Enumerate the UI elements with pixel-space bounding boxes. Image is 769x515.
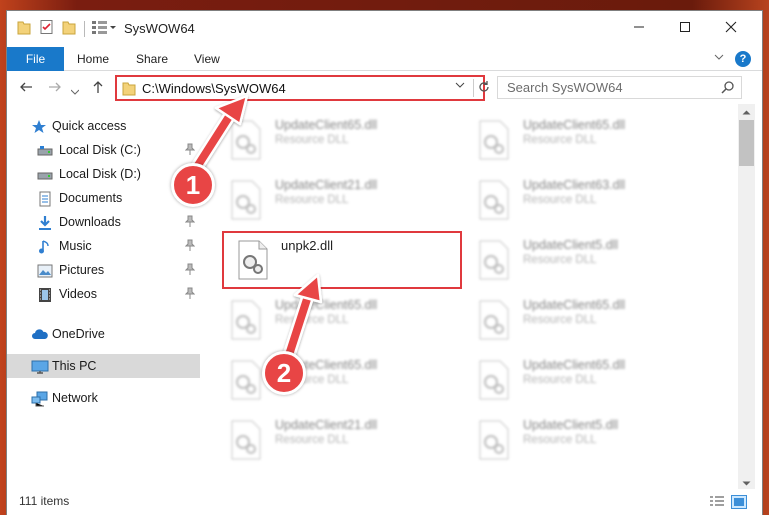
drive-icon (37, 143, 53, 159)
music-icon (37, 239, 53, 255)
star-icon (31, 119, 47, 135)
file-explorer-window: SysWOW64 File Home Share View ? C:\Windo… (6, 10, 763, 515)
new-folder-icon[interactable] (62, 19, 76, 38)
dll-file-icon (229, 180, 263, 220)
dll-file-icon (229, 420, 263, 460)
vertical-scrollbar[interactable] (738, 104, 755, 489)
scroll-down-icon[interactable] (742, 479, 751, 489)
videos-icon (37, 287, 53, 303)
search-input[interactable] (498, 77, 708, 98)
details-view-icon[interactable] (709, 495, 725, 509)
dll-file-icon (477, 360, 511, 400)
search-icon[interactable] (721, 80, 735, 97)
scrollbar-thumb[interactable] (739, 120, 754, 166)
file-list: UpdateClient65.dll Resource DLL UpdateCl… (217, 104, 737, 489)
pin-icon[interactable] (184, 263, 196, 278)
address-bar[interactable]: C:\Windows\SysWOW64 (115, 75, 489, 101)
dll-file-icon (477, 300, 511, 340)
chevron-down-icon[interactable] (455, 81, 465, 92)
documents-icon (37, 191, 53, 207)
dll-file-icon (477, 120, 511, 160)
file-item[interactable]: UpdateClient65.dll Resource DLL (217, 112, 457, 166)
file-item[interactable]: UpdateClient5.dll Resource DLL (465, 232, 705, 286)
search-box[interactable] (497, 76, 742, 99)
address-separator (473, 79, 474, 97)
title-bar: SysWOW64 (7, 11, 762, 47)
pin-icon[interactable] (184, 287, 196, 302)
file-item[interactable]: UpdateClient65.dll Resource DLL (217, 352, 457, 406)
pin-icon[interactable] (184, 239, 196, 254)
dll-file-icon (477, 420, 511, 460)
large-icons-view-icon[interactable] (731, 495, 747, 509)
computer-icon (31, 359, 49, 375)
step-1-badge: 1 (171, 163, 215, 207)
navigation-bar: C:\Windows\SysWOW64 (7, 72, 762, 104)
sidebar-item-onedrive[interactable]: OneDrive (7, 322, 200, 346)
dll-file-icon (229, 360, 263, 400)
file-item[interactable]: UpdateClient63.dll Resource DLL (465, 172, 705, 226)
recent-locations-icon[interactable] (70, 82, 80, 98)
navigation-pane: Quick access Local Disk (C:) Local Disk … (7, 104, 207, 489)
up-arrow-icon[interactable] (91, 80, 105, 97)
file-item[interactable]: UpdateClient65.dll Resource DLL (465, 352, 705, 406)
sidebar-item-local-disk-c[interactable]: Local Disk (C:) (7, 138, 200, 162)
scroll-up-icon[interactable] (742, 107, 751, 117)
tab-file[interactable]: File (7, 47, 64, 71)
pin-icon[interactable] (184, 215, 196, 230)
download-icon (37, 215, 53, 231)
dll-file-icon (477, 240, 511, 280)
highlight-box (222, 231, 462, 289)
file-item[interactable]: UpdateClient65.dll Resource DLL (217, 292, 457, 346)
cloud-icon (31, 327, 48, 343)
sidebar-item-network[interactable]: Network (7, 386, 200, 410)
sidebar-item-pictures[interactable]: Pictures (7, 258, 200, 282)
file-item[interactable]: UpdateClient21.dll Resource DLL (217, 412, 457, 466)
tab-home[interactable]: Home (77, 47, 109, 71)
tab-view[interactable]: View (194, 47, 220, 71)
maximize-button[interactable] (662, 11, 708, 43)
folder-icon (17, 19, 31, 38)
minimize-button[interactable] (616, 11, 662, 43)
toolbar-separator (84, 21, 85, 37)
help-button[interactable]: ? (735, 51, 751, 67)
file-item[interactable]: UpdateClient65.dll Resource DLL (465, 112, 705, 166)
file-item[interactable]: UpdateClient5.dll Resource DLL (465, 412, 705, 466)
sidebar-item-music[interactable]: Music (7, 234, 200, 258)
refresh-icon[interactable] (477, 79, 491, 98)
window-title: SysWOW64 (124, 21, 195, 36)
pictures-icon (37, 263, 53, 279)
sidebar-item-this-pc[interactable]: This PC (7, 354, 200, 378)
network-icon (31, 391, 48, 407)
forward-arrow-icon[interactable] (48, 80, 62, 97)
dll-file-icon (229, 120, 263, 160)
expand-ribbon-icon[interactable] (714, 52, 724, 64)
file-item[interactable]: UpdateClient65.dll Resource DLL (465, 292, 705, 346)
address-path[interactable]: C:\Windows\SysWOW64 (142, 81, 286, 96)
ribbon-tabs: File Home Share View ? (7, 47, 762, 71)
sidebar-item-quick-access[interactable]: Quick access (7, 114, 200, 138)
step-2-badge: 2 (262, 351, 306, 395)
dll-file-icon (229, 300, 263, 340)
pin-icon[interactable] (184, 143, 196, 158)
drive-icon (37, 167, 53, 183)
tab-share[interactable]: Share (136, 47, 168, 71)
back-arrow-icon[interactable] (19, 80, 33, 97)
sidebar-item-downloads[interactable]: Downloads (7, 210, 200, 234)
customize-toolbar-icon[interactable] (91, 19, 117, 38)
status-bar: 111 items (7, 489, 762, 515)
properties-icon[interactable] (39, 19, 55, 38)
folder-icon (122, 80, 136, 99)
item-count: 111 items (19, 494, 70, 508)
sidebar-item-videos[interactable]: Videos (7, 282, 200, 306)
dll-file-icon (477, 180, 511, 220)
file-item[interactable]: UpdateClient21.dll Resource DLL (217, 172, 457, 226)
close-button[interactable] (708, 11, 754, 43)
